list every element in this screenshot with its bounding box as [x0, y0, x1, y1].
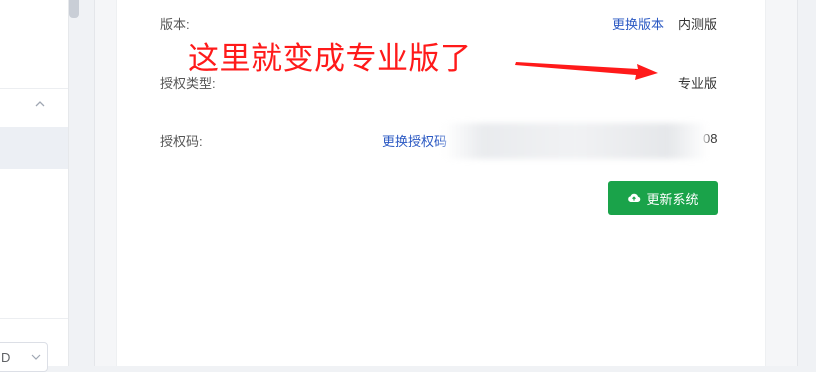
license-type-value: 专业版 — [678, 76, 718, 91]
license-code-redaction — [444, 123, 708, 159]
version-label: 版本: — [160, 17, 190, 32]
sidebar-divider — [0, 318, 68, 319]
version-value: 内测版 — [678, 17, 718, 32]
chevron-up-icon[interactable] — [34, 98, 46, 110]
sidebar-select-value: D — [1, 350, 11, 365]
chevron-down-icon — [31, 354, 41, 360]
license-code-label: 授权码: — [160, 134, 203, 149]
sidebar-divider — [0, 88, 68, 89]
annotation-text: 这里就变成专业版了 — [188, 41, 472, 77]
license-type-label: 授权类型: — [160, 76, 216, 91]
sidebar: D — [0, 0, 69, 372]
cloud-upload-icon — [628, 193, 641, 202]
sidebar-item-active[interactable] — [0, 127, 68, 169]
change-license-link[interactable]: 更换授权码 — [382, 131, 447, 150]
sidebar-select[interactable]: D — [0, 342, 48, 372]
change-version-link[interactable]: 更换版本 — [612, 14, 664, 33]
sidebar-scrollbar[interactable] — [69, 0, 79, 18]
update-system-label: 更新系统 — [646, 191, 699, 207]
annotation-arrow — [515, 62, 658, 80]
update-system-button[interactable]: 更新系统 — [608, 181, 718, 215]
